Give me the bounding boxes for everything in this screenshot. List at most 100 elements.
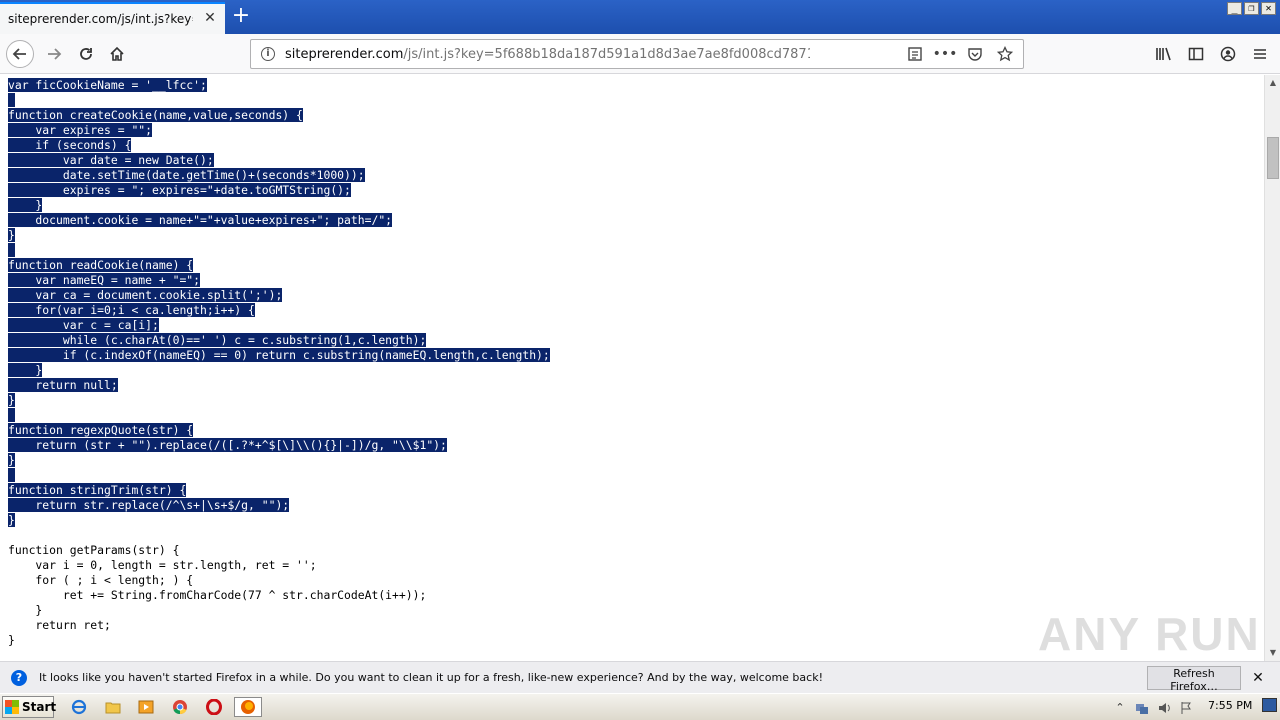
code-line-text: var nameEQ = name + "=";: [8, 273, 201, 287]
minimize-button[interactable]: _: [1227, 2, 1242, 15]
code-line: [8, 93, 550, 108]
tray-expand-icon[interactable]: ⌃: [1113, 701, 1127, 715]
code-line-text: if (c.indexOf(nameEQ) == 0) return c.sub…: [8, 348, 550, 362]
code-line-text: [8, 408, 15, 422]
code-line-text: [8, 93, 15, 107]
code-line-text: var c = ca[i];: [8, 318, 159, 332]
site-info-icon[interactable]: i: [261, 47, 275, 61]
taskbar: Start ⌃ 7:55 PM: [0, 693, 1280, 720]
code-line-text: return ret;: [8, 618, 111, 632]
sidebar-icon[interactable]: [1186, 44, 1206, 64]
nav-bar: i siteprerender.com/js/int.js?key=5f688b…: [0, 34, 1280, 74]
code-line-text: return (str + "").replace(/([.?*+^$[\]\\…: [8, 438, 447, 452]
page-actions-icon[interactable]: •••: [933, 44, 958, 64]
code-line-text: return str.replace(/^\s+|\s+$/g, "");: [8, 498, 290, 512]
code-line-text: function readCookie(name) {: [8, 258, 194, 272]
code-line-text: if (seconds) {: [8, 138, 132, 152]
code-line: [8, 408, 550, 423]
code-line-text: function createCookie(name,value,seconds…: [8, 108, 303, 122]
code-line-text: while (c.charAt(0)==' ') c = c.substring…: [8, 333, 427, 347]
tab-close-icon[interactable]: ✕: [203, 11, 217, 25]
action-center-flag-icon[interactable]: [1179, 701, 1193, 715]
code-line-text: var expires = "";: [8, 123, 153, 137]
url-text[interactable]: siteprerender.com/js/int.js?key=5f688b18…: [285, 47, 810, 62]
code-line: for(var i=0;i < ca.length;i++) {: [8, 303, 550, 318]
code-line-text: var ficCookieName = '__lfcc';: [8, 78, 207, 92]
code-line-text: [8, 243, 15, 257]
code-line-text: date.setTime(date.getTime()+(seconds*100…: [8, 168, 365, 182]
tab-strip: siteprerender.com/js/int.js?key=5f688b18…: [0, 0, 1280, 34]
windows-logo-icon: [5, 700, 19, 714]
media-player-icon[interactable]: [135, 697, 157, 717]
chrome-icon[interactable]: [169, 697, 191, 717]
code-line: if (seconds) {: [8, 138, 550, 153]
notification-close-icon[interactable]: ✕: [1250, 670, 1266, 686]
account-icon[interactable]: [1218, 44, 1238, 64]
pocket-icon[interactable]: [965, 44, 985, 64]
code-line: var i = 0, length = str.length, ret = ''…: [8, 558, 550, 573]
code-line: if (c.indexOf(nameEQ) == 0) return c.sub…: [8, 348, 550, 363]
volume-icon[interactable]: [1157, 701, 1171, 715]
question-icon: ?: [11, 669, 27, 686]
scroll-down-arrow-icon[interactable]: ▼: [1265, 645, 1280, 661]
address-bar[interactable]: i siteprerender.com/js/int.js?key=5f688b…: [250, 39, 1024, 69]
home-button[interactable]: [103, 40, 131, 68]
notification-bar: ? It looks like you haven't started Fire…: [0, 661, 1280, 693]
code-line: var c = ca[i];: [8, 318, 550, 333]
ie-icon[interactable]: [68, 697, 90, 717]
vertical-scrollbar[interactable]: ▲ ▼: [1264, 75, 1280, 661]
code-line-text: [8, 468, 15, 482]
code-line-text: function getParams(str) {: [8, 543, 180, 557]
refresh-firefox-button[interactable]: Refresh Firefox…: [1147, 666, 1241, 693]
code-line: return str.replace(/^\s+|\s+$/g, "");: [8, 498, 550, 513]
forward-button[interactable]: [40, 40, 68, 68]
restore-button[interactable]: ❐: [1244, 2, 1259, 15]
new-tab-button[interactable]: +: [228, 4, 254, 30]
reload-icon: [80, 48, 92, 60]
code-line-text: return null;: [8, 378, 118, 392]
reader-view-icon[interactable]: [905, 44, 925, 64]
browser-tab[interactable]: siteprerender.com/js/int.js?key=5f688b18…: [0, 2, 225, 34]
code-line-text: }: [8, 513, 15, 527]
close-window-button[interactable]: ✕: [1261, 2, 1276, 15]
toolbar-right: [1154, 44, 1270, 64]
code-line-text: }: [8, 393, 15, 407]
back-button[interactable]: [6, 40, 34, 68]
start-label: Start: [22, 700, 57, 714]
url-actions: •••: [905, 44, 1015, 64]
code-line: function stringTrim(str) {: [8, 483, 550, 498]
opera-icon[interactable]: [203, 697, 225, 717]
code-line-text: document.cookie = name+"="+value+expires…: [8, 213, 393, 227]
code-line: document.cookie = name+"="+value+expires…: [8, 213, 550, 228]
firefox-taskbar-icon[interactable]: [234, 697, 262, 717]
code-line: var date = new Date();: [8, 153, 550, 168]
code-line: function readCookie(name) {: [8, 258, 550, 273]
code-line-text: var ca = document.cookie.split(';');: [8, 288, 283, 302]
network-icon[interactable]: [1135, 701, 1149, 715]
system-tray: ⌃: [1105, 696, 1280, 719]
code-line: }: [8, 393, 550, 408]
code-line: date.setTime(date.getTime()+(seconds*100…: [8, 168, 550, 183]
code-line-text: }: [8, 453, 15, 467]
reload-button[interactable]: [72, 40, 100, 68]
arrow-right-icon: [48, 48, 62, 60]
folder-icon[interactable]: [102, 697, 124, 717]
code-line: expires = "; expires="+date.toGMTString(…: [8, 183, 550, 198]
code-line: [8, 243, 550, 258]
code-line-text: var date = new Date();: [8, 153, 214, 167]
page-content[interactable]: var ficCookieName = '__lfcc'; function c…: [0, 75, 1264, 661]
library-icon[interactable]: [1154, 44, 1174, 64]
start-button[interactable]: Start: [2, 696, 57, 718]
code-line: while (c.charAt(0)==' ') c = c.substring…: [8, 333, 550, 348]
scroll-up-arrow-icon[interactable]: ▲: [1265, 75, 1280, 91]
source-code[interactable]: var ficCookieName = '__lfcc'; function c…: [8, 78, 550, 648]
show-desktop-button[interactable]: [1262, 698, 1277, 712]
url-host: siteprerender.com: [285, 46, 404, 62]
bookmark-star-icon[interactable]: [995, 44, 1015, 64]
hamburger-menu-icon[interactable]: [1250, 44, 1270, 64]
tab-title: siteprerender.com/js/int.js?key=5f688b18…: [8, 12, 193, 26]
arrow-left-icon: [12, 48, 26, 60]
window-controls: _ ❐ ✕: [1227, 2, 1276, 15]
scroll-thumb[interactable]: [1267, 137, 1279, 179]
taskbar-clock[interactable]: 7:55 PM: [1208, 699, 1252, 712]
